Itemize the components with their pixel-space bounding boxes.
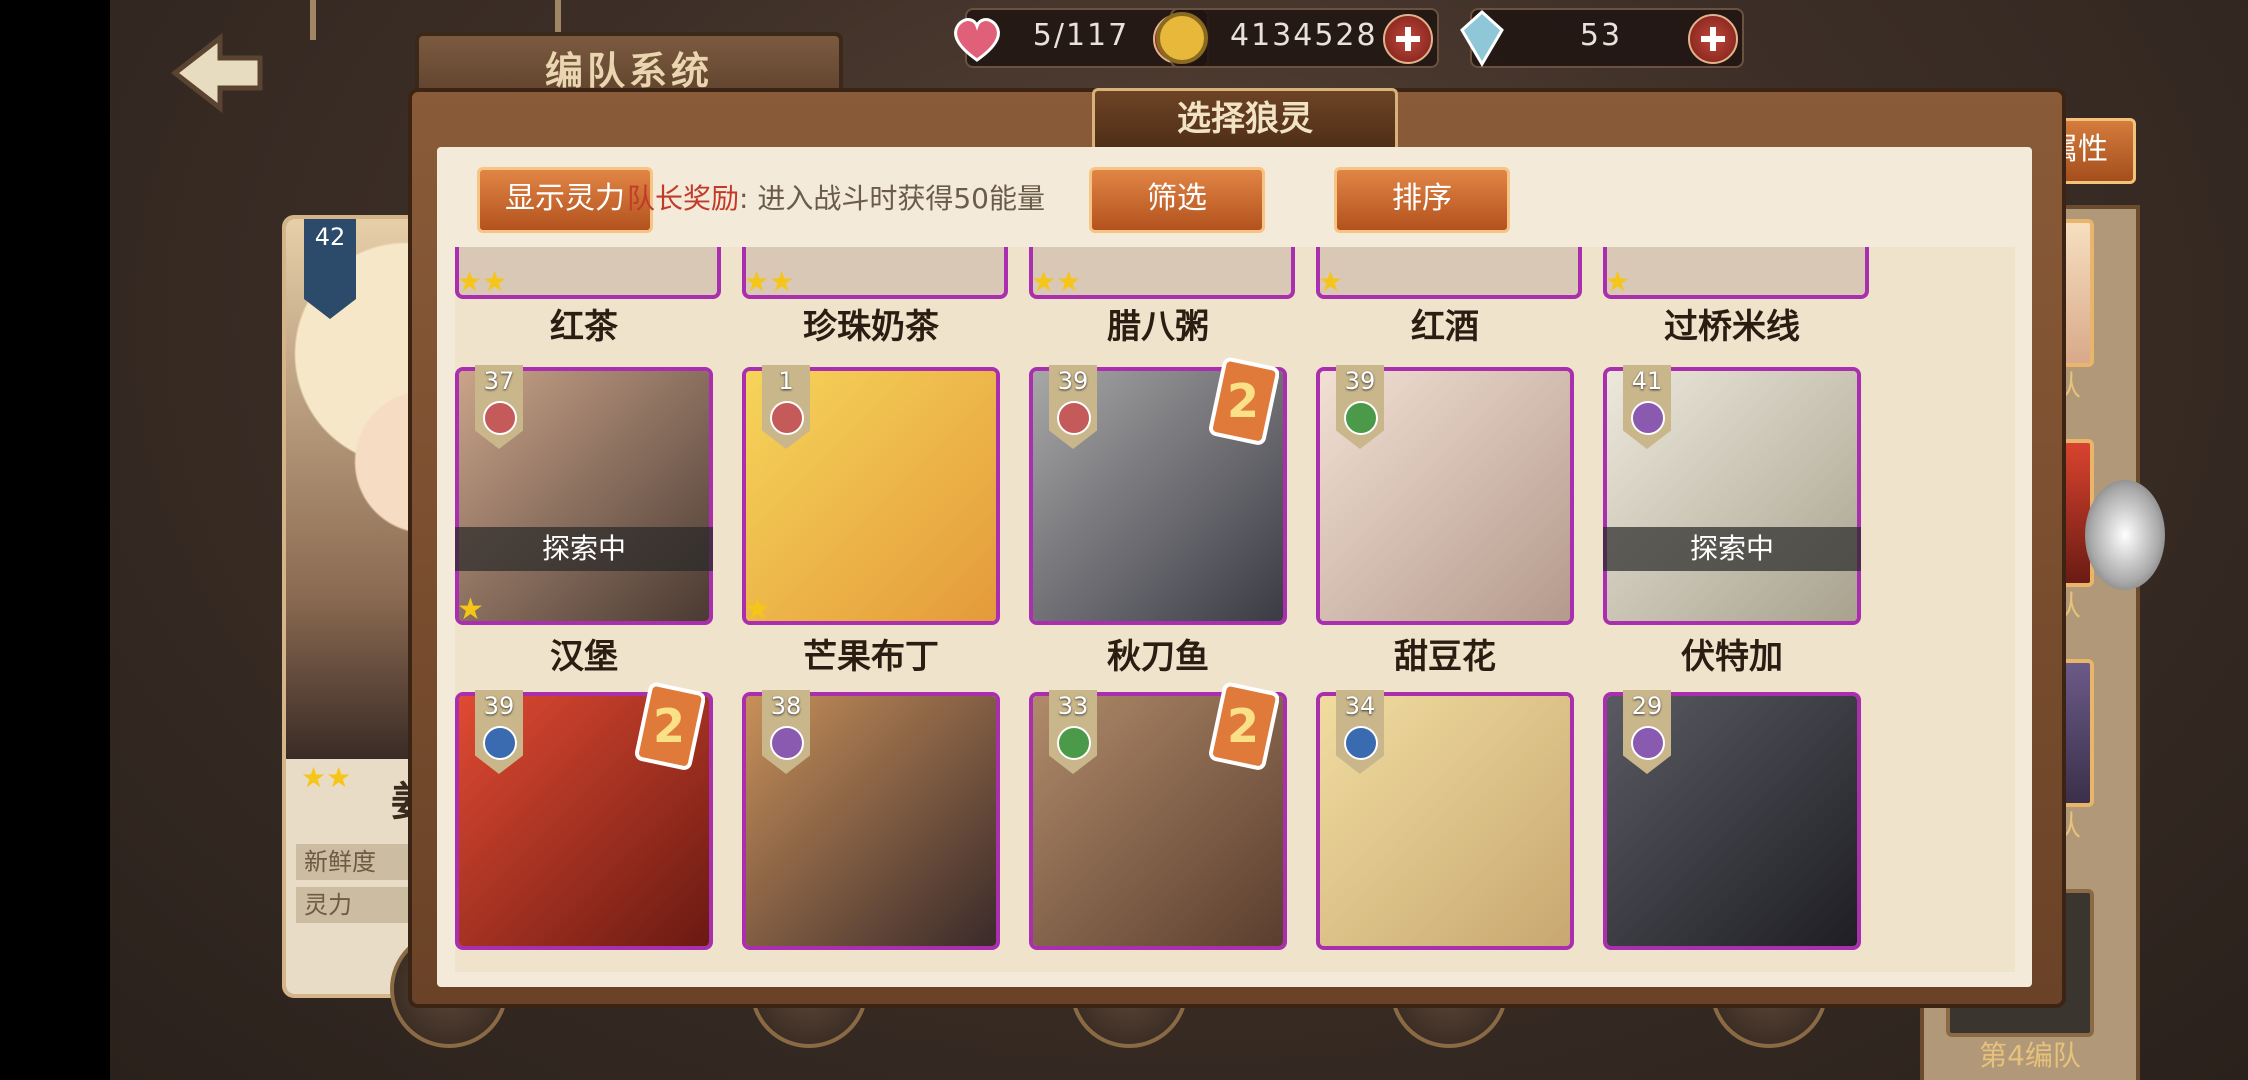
character-name: 伏特加: [1681, 637, 1783, 677]
defense-role-icon: [483, 726, 517, 760]
gem-bar: 53: [1460, 8, 1744, 68]
star-icon: ★★: [1031, 265, 1082, 298]
defense-role-icon: [1344, 726, 1378, 760]
add-gem-button[interactable]: [1688, 14, 1738, 64]
attack-role-icon: [770, 401, 804, 435]
character-card-top[interactable]: ★★: [742, 247, 1008, 299]
dialog-body: 显示灵力 队长奖励: 进入战斗时获得50能量 筛选 排序 ★★ ★★ ★★ ★ …: [437, 147, 2032, 987]
magic-role-icon: [1631, 401, 1665, 435]
crystal-icon: [1460, 9, 1504, 67]
character-card[interactable]: 1 ★ 芒果布丁: [742, 365, 1000, 677]
back-button[interactable]: [160, 28, 270, 118]
level-badge: 42: [304, 219, 356, 319]
character-card[interactable]: 39 2 秋刀鱼: [1029, 357, 1287, 677]
filter-button[interactable]: 筛选: [1089, 167, 1265, 233]
character-card-top[interactable]: ★: [1316, 247, 1582, 299]
character-name: 汉堡: [550, 637, 618, 677]
star-icon: ★★: [301, 761, 352, 794]
team-label: 第4编队: [1979, 1039, 2081, 1072]
character-name: 秋刀鱼: [1107, 637, 1209, 677]
gold-bar: 4134528: [1156, 8, 1439, 68]
star-icon: ★: [1605, 265, 1631, 298]
character-card-top[interactable]: ★★: [455, 247, 721, 299]
svg-text:2: 2: [1227, 699, 1259, 753]
character-card[interactable]: 33 2: [1029, 682, 1287, 950]
character-card[interactable]: 34: [1316, 690, 1574, 950]
character-card[interactable]: 38: [742, 690, 1000, 950]
character-card[interactable]: 39 2: [455, 682, 713, 950]
svg-text:2: 2: [1227, 374, 1259, 428]
heart-icon: [954, 18, 1000, 62]
character-card-top[interactable]: ★★: [1029, 247, 1295, 299]
back-arrow-icon: [170, 32, 263, 114]
reward-text: : 进入战斗时获得50能量: [739, 182, 1045, 215]
character-card[interactable]: 41 探索中 伏特加: [1603, 365, 1861, 677]
heal-role-icon: [1057, 726, 1091, 760]
coin-icon: [1156, 12, 1208, 64]
character-grid: ★★ ★★ ★★ ★ ★ 红茶 珍珠奶茶 腊八粥 红酒 过桥米线 37 探索中 …: [455, 247, 2015, 972]
exploring-overlay: 探索中: [1603, 527, 1861, 571]
character-name: 芒果布丁: [803, 637, 939, 677]
sort-button[interactable]: 排序: [1334, 167, 1510, 233]
heal-role-icon: [1344, 401, 1378, 435]
gold-value: 4134528: [1230, 18, 1378, 53]
rope-decoration: [310, 0, 316, 40]
character-name: 红酒: [1411, 307, 1479, 347]
add-gold-button[interactable]: [1383, 14, 1433, 64]
star-icon: ★: [744, 592, 771, 627]
character-card[interactable]: 37 探索中 ★ 汉堡: [455, 365, 713, 677]
select-character-dialog: 选择狼灵 显示灵力 队长奖励: 进入战斗时获得50能量 筛选 排序 ★★ ★★ …: [408, 88, 2066, 1008]
attack-role-icon: [483, 401, 517, 435]
tier-2-card-icon: 2: [1208, 682, 1279, 770]
character-name: 腊八粥: [1107, 307, 1209, 347]
magic-role-icon: [770, 726, 804, 760]
gem-value: 53: [1579, 18, 1623, 53]
svg-text:2: 2: [653, 699, 685, 753]
star-icon: ★: [457, 592, 484, 627]
magic-role-icon: [1631, 726, 1665, 760]
character-card-top[interactable]: ★: [1603, 247, 1869, 299]
reward-key: 队长奖励: [627, 182, 740, 215]
character-name: 甜豆花: [1394, 637, 1496, 677]
dialog-title: 选择狼灵: [1092, 88, 1398, 152]
character-name: 珍珠奶茶: [803, 307, 939, 347]
star-icon: ★★: [457, 265, 508, 298]
star-icon: ★: [1318, 265, 1344, 298]
character-card[interactable]: 39 甜豆花: [1316, 365, 1574, 677]
leader-reward: 队长奖励: 进入战斗时获得50能量: [627, 177, 1045, 217]
stamina-value: 5/117: [1032, 18, 1130, 53]
character-card[interactable]: 29: [1603, 690, 1861, 950]
attack-role-icon: [1057, 401, 1091, 435]
tier-2-card-icon: 2: [634, 682, 705, 770]
tier-2-card-icon: 2: [1208, 357, 1279, 445]
character-name: 红茶: [550, 307, 618, 347]
character-name: 过桥米线: [1664, 307, 1800, 347]
star-icon: ★★: [744, 265, 795, 298]
floating-bubble-button[interactable]: [2085, 480, 2165, 590]
exploring-overlay: 探索中: [455, 527, 713, 571]
